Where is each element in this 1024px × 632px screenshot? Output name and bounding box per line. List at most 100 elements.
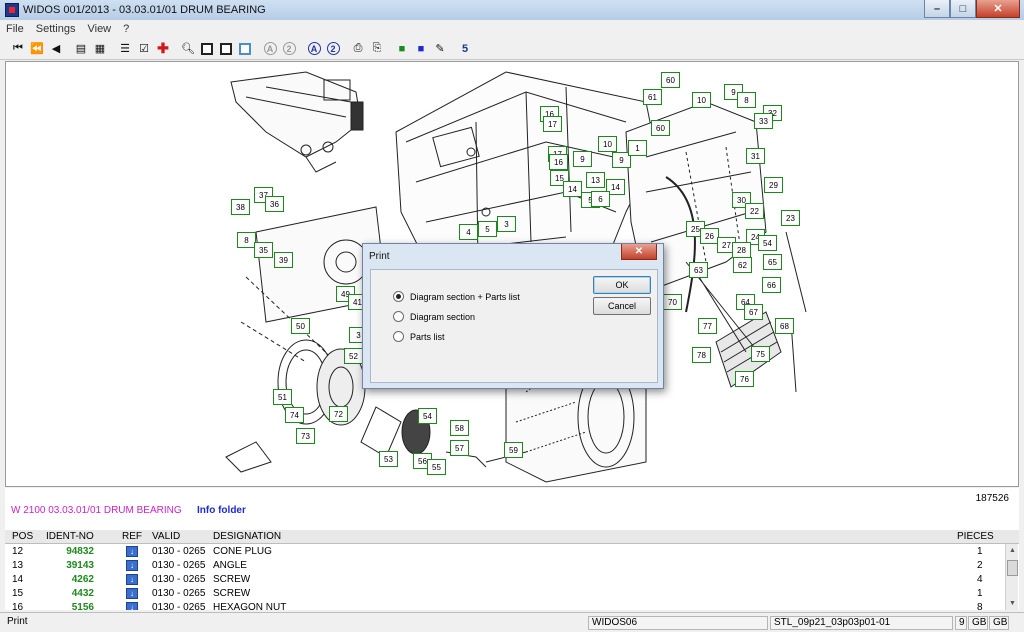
callout-label[interactable]: 35 <box>254 242 273 258</box>
option-diagram-and-parts[interactable]: Diagram section + Parts list <box>393 291 520 302</box>
rewind-icon[interactable]: ⏪ <box>29 41 45 57</box>
ref-arrow-icon[interactable]: ↓ <box>126 602 138 610</box>
col-ident[interactable]: IDENT-NO <box>46 531 94 542</box>
radio-button[interactable] <box>393 291 404 302</box>
ref-arrow-icon[interactable]: ↓ <box>126 546 138 557</box>
callout-label[interactable]: 33 <box>754 113 773 129</box>
menu-view[interactable]: View <box>87 23 111 35</box>
maximize-button[interactable]: □ <box>950 0 976 18</box>
ref-arrow-icon[interactable]: ↓ <box>126 588 138 599</box>
menu-file[interactable]: File <box>6 23 24 35</box>
close-button[interactable]: ✕ <box>976 0 1020 18</box>
info-2-icon[interactable]: 2 <box>325 41 341 57</box>
callout-label[interactable]: 52 <box>344 348 363 364</box>
callout-label[interactable]: 73 <box>296 428 315 444</box>
col-designation[interactable]: DESIGNATION <box>213 531 281 542</box>
option-parts[interactable]: Parts list <box>393 331 445 342</box>
callout-label[interactable]: 76 <box>735 371 754 387</box>
list-icon[interactable]: ☰ <box>117 41 133 57</box>
table-row[interactable]: 16 5156 ↓ 0130 - 0265 HEXAGON NUT 8 <box>5 601 1005 610</box>
callout-label[interactable]: 63 <box>689 262 708 278</box>
table-row[interactable]: 15 4432 ↓ 0130 - 0265 SCREW 1 <box>5 587 1005 601</box>
first-icon[interactable]: ⏮ <box>10 41 26 57</box>
callout-label[interactable]: 60 <box>651 120 670 136</box>
callout-label[interactable]: 74 <box>285 407 304 423</box>
callout-label[interactable]: 31 <box>746 148 765 164</box>
callout-label[interactable]: 54 <box>758 235 777 251</box>
zoom-icon[interactable]: 🔍︎ <box>180 41 196 57</box>
page-fit-icon[interactable] <box>218 41 234 57</box>
callout-label[interactable]: 55 <box>427 459 446 475</box>
callout-label[interactable]: 57 <box>450 440 469 456</box>
zoom-a-icon[interactable]: A <box>262 41 278 57</box>
callout-label[interactable]: 1 <box>628 140 647 156</box>
callout-label[interactable]: 70 <box>663 294 682 310</box>
callout-label[interactable]: 60 <box>661 72 680 88</box>
checklist-icon[interactable]: ☑ <box>136 41 152 57</box>
info-folder-link[interactable]: Info folder <box>197 505 246 516</box>
callout-label[interactable]: 22 <box>745 203 764 219</box>
option-diagram[interactable]: Diagram section <box>393 311 475 322</box>
callout-label[interactable]: 61 <box>643 89 662 105</box>
prev-icon[interactable]: ◀ <box>48 41 64 57</box>
col-valid[interactable]: VALID <box>152 531 180 542</box>
callout-label[interactable]: 14 <box>563 181 582 197</box>
info-a-icon[interactable]: A <box>306 41 322 57</box>
doc-nav2-icon[interactable]: ▦ <box>92 41 108 57</box>
eraser-icon[interactable]: ✎ <box>432 41 448 57</box>
print-icon[interactable]: ⎙ <box>350 41 366 57</box>
callout-label[interactable]: 51 <box>273 389 292 405</box>
zoom-2-icon[interactable]: 2 <box>281 41 297 57</box>
col-ref[interactable]: REF <box>122 531 142 542</box>
table-row[interactable]: 14 4262 ↓ 0130 - 0265 SCREW 4 <box>5 573 1005 587</box>
callout-label[interactable]: 36 <box>265 196 284 212</box>
callout-label[interactable]: 5 <box>478 221 497 237</box>
callout-label[interactable]: 10 <box>598 136 617 152</box>
minimize-button[interactable]: – <box>924 0 950 18</box>
callout-label[interactable]: 13 <box>586 172 605 188</box>
table-row[interactable]: 13 39143 ↓ 0130 - 0265 ANGLE 2 <box>5 559 1005 573</box>
callout-label[interactable]: 23 <box>781 210 800 226</box>
print-preview-icon[interactable]: ⎘ <box>369 41 385 57</box>
select-icon[interactable]: ■ <box>413 41 429 57</box>
col-pieces[interactable]: PIECES <box>957 531 994 542</box>
callout-label[interactable]: 77 <box>698 318 717 334</box>
menu-help[interactable]: ? <box>123 23 129 35</box>
table-row[interactable]: 12 94832 ↓ 0130 - 0265 CONE PLUG 1 <box>5 545 1005 559</box>
col-pos[interactable]: POS <box>12 531 33 542</box>
callout-label[interactable]: 58 <box>450 420 469 436</box>
callout-label[interactable]: 10 <box>692 92 711 108</box>
cancel-button[interactable]: Cancel <box>593 297 651 315</box>
scroll-up-icon[interactable]: ▲ <box>1006 544 1019 557</box>
callout-label[interactable]: 39 <box>274 252 293 268</box>
add-cross-icon[interactable]: ✚ <box>155 40 171 57</box>
menu-settings[interactable]: Settings <box>36 23 76 35</box>
callout-label[interactable]: 16 <box>549 154 568 170</box>
page-icon[interactable] <box>199 41 215 57</box>
ok-button[interactable]: OK <box>593 276 651 294</box>
callout-label[interactable]: 28 <box>732 242 751 258</box>
callout-label[interactable]: 53 <box>379 451 398 467</box>
callout-label[interactable]: 54 <box>418 408 437 424</box>
scroll-thumb[interactable] <box>1007 560 1018 576</box>
ref-arrow-icon[interactable]: ↓ <box>126 560 138 571</box>
callout-label[interactable]: 38 <box>231 199 250 215</box>
callout-label[interactable]: 65 <box>763 254 782 270</box>
callout-label[interactable]: 62 <box>733 257 752 273</box>
doc-nav-icon[interactable]: ▤ <box>73 41 89 57</box>
callout-label[interactable]: 66 <box>762 277 781 293</box>
radio-button[interactable] <box>393 331 404 342</box>
callout-label[interactable]: 17 <box>543 116 562 132</box>
parts-scrollbar[interactable]: ▲ ▼ <box>1005 544 1018 610</box>
callout-label[interactable]: 50 <box>291 318 310 334</box>
callout-label[interactable]: 29 <box>764 177 783 193</box>
callout-label[interactable]: 8 <box>737 92 756 108</box>
radio-button[interactable] <box>393 311 404 322</box>
callout-label[interactable]: 75 <box>751 346 770 362</box>
dialog-close-button[interactable]: ✕ <box>621 244 657 260</box>
callout-label[interactable]: 59 <box>504 442 523 458</box>
callout-label[interactable]: 72 <box>329 406 348 422</box>
callout-label[interactable]: 9 <box>573 151 592 167</box>
callout-label[interactable]: 67 <box>744 304 763 320</box>
widos-icon[interactable]: 5 <box>457 41 473 57</box>
